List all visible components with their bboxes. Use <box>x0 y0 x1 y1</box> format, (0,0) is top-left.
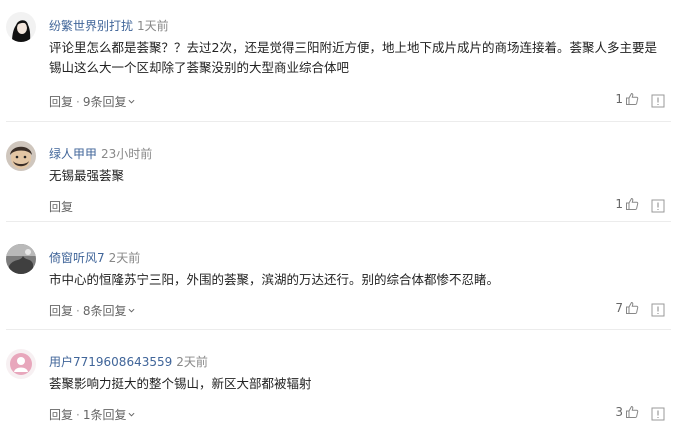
comment-actions: 回复 · 1条回复 <box>49 406 135 423</box>
thumbs-up-icon <box>626 92 639 105</box>
comment-text: 无锡最强荟聚 <box>49 168 125 183</box>
replies-toggle[interactable]: 1条回复 <box>83 408 136 422</box>
comment-meta: 纷繁世界别打扰 1天前 <box>49 17 169 34</box>
report-icon[interactable] <box>651 94 665 108</box>
thumbs-up-icon <box>626 197 639 210</box>
like-button[interactable]: 7 <box>615 301 639 315</box>
avatar[interactable] <box>6 244 36 274</box>
separator: · <box>76 95 80 109</box>
like-button[interactable]: 1 <box>615 92 639 106</box>
chevron-down-icon <box>128 412 135 417</box>
separator: · <box>76 408 80 422</box>
timestamp: 2天前 <box>108 251 141 265</box>
like-count: 1 <box>615 92 623 106</box>
like-button[interactable]: 3 <box>615 405 639 419</box>
chevron-down-icon <box>128 99 135 104</box>
comment-text: 市中心的恒隆苏宁三阳，外围的荟聚，滨湖的万达还行。别的综合体都惨不忍睹。 <box>49 272 500 287</box>
report-icon[interactable] <box>651 303 665 317</box>
avatar[interactable] <box>6 141 36 171</box>
replies-toggle[interactable]: 9条回复 <box>83 95 136 109</box>
comment-meta: 绿人甲甲 23小时前 <box>49 145 152 162</box>
comment-actions: 回复 <box>49 198 73 215</box>
like-count: 7 <box>615 301 623 315</box>
username[interactable]: 纷繁世界别打扰 <box>49 19 133 33</box>
timestamp: 2天前 <box>176 355 208 369</box>
comment-actions: 回复 · 8条回复 <box>49 302 135 319</box>
report-icon[interactable] <box>651 199 665 213</box>
like-count: 1 <box>615 197 623 211</box>
like-button[interactable]: 1 <box>615 197 639 211</box>
like-count: 3 <box>615 405 623 419</box>
comment-meta: 倚窗听风7 2天前 <box>49 249 140 266</box>
replies-count: 9条回复 <box>82 95 127 109</box>
username[interactable]: 倚窗听风7 <box>49 251 105 265</box>
comment-item: 用户7719608643559 2天前 荟聚影响力挺大的整个锡山，新区大部都被辐射… <box>0 330 677 426</box>
comment-item: 倚窗听风7 2天前 市中心的恒隆苏宁三阳，外围的荟聚，滨湖的万达还行。别的综合体都… <box>0 222 677 330</box>
thumbs-up-icon <box>626 301 639 314</box>
thumbs-up-icon <box>626 405 639 418</box>
replies-count: 1条回复 <box>82 408 127 422</box>
report-icon[interactable] <box>651 407 665 421</box>
reply-button[interactable]: 回复 <box>49 95 73 109</box>
comment-item: 纷繁世界别打扰 1天前 评论里怎么都是荟聚？？去过2次，还是觉得三阳附近方便，地上… <box>0 0 677 122</box>
reply-button[interactable]: 回复 <box>49 200 73 214</box>
separator: · <box>76 304 80 318</box>
username[interactable]: 绿人甲甲 <box>49 147 97 161</box>
replies-count: 8条回复 <box>82 304 127 318</box>
replies-toggle[interactable]: 8条回复 <box>83 304 136 318</box>
avatar[interactable] <box>6 349 36 379</box>
reply-button[interactable]: 回复 <box>49 304 73 318</box>
comment-actions: 回复 · 9条回复 <box>49 93 135 110</box>
timestamp: 1天前 <box>137 19 169 33</box>
comment-meta: 用户7719608643559 2天前 <box>49 353 208 370</box>
timestamp: 23小时前 <box>101 147 153 161</box>
reply-button[interactable]: 回复 <box>49 408 73 422</box>
comment-text: 评论里怎么都是荟聚？？去过2次，还是觉得三阳附近方便，地上地下成片成片的商场连接… <box>49 40 657 75</box>
comment-text: 荟聚影响力挺大的整个锡山，新区大部都被辐射 <box>49 376 312 391</box>
chevron-down-icon <box>128 308 135 313</box>
comment-item: 绿人甲甲 23小时前 无锡最强荟聚 回复 1 <box>0 122 677 222</box>
username[interactable]: 用户7719608643559 <box>49 355 172 369</box>
avatar[interactable] <box>6 12 36 42</box>
